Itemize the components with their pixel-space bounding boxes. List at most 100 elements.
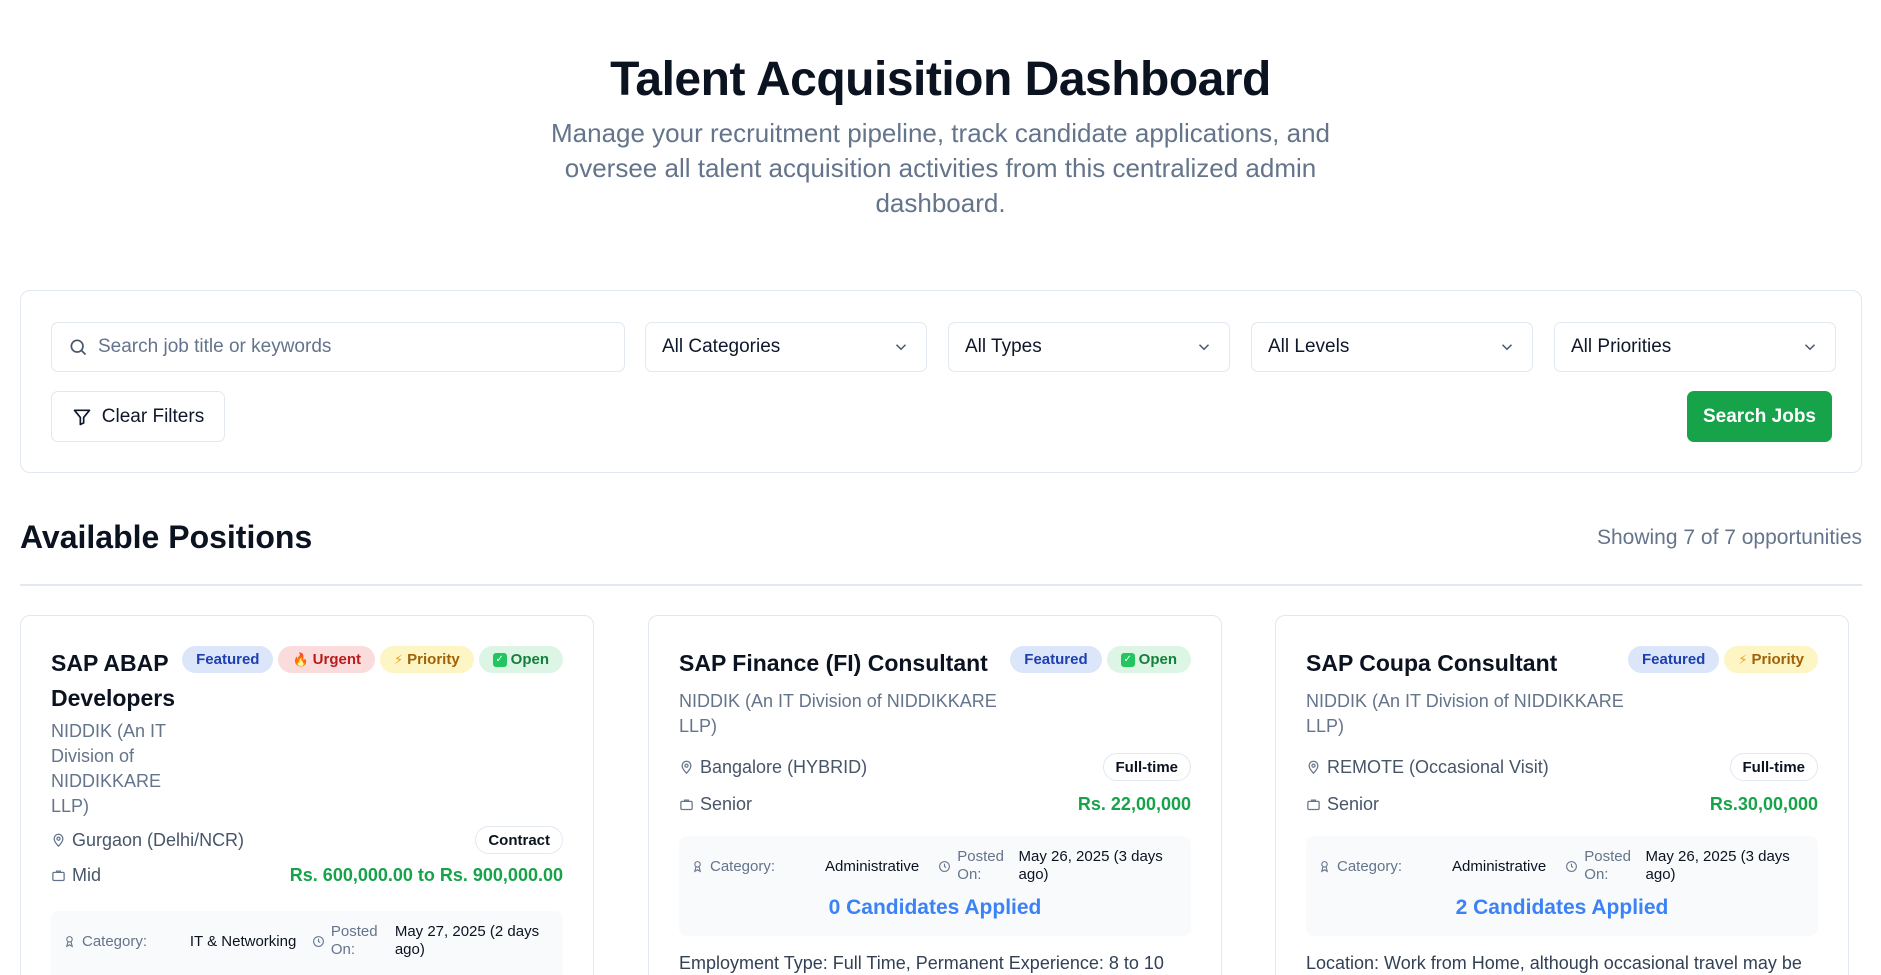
posted-label: Posted On:	[957, 848, 1004, 883]
filter-icon	[72, 407, 92, 427]
briefcase-icon	[679, 797, 694, 812]
category-select-value: All Categories	[662, 336, 781, 357]
priority-select[interactable]: All Priorities	[1554, 322, 1836, 372]
award-icon	[691, 860, 704, 873]
company-name: NIDDIK (An IT Division of NIDDIKKARE LLP…	[1306, 691, 1624, 736]
location-row: Bangalore (HYBRID) Full-time	[679, 753, 1191, 781]
job-category: IT & Networking	[189, 932, 297, 950]
divider	[20, 584, 1862, 586]
level-row: Senior Rs. 22,00,000	[679, 790, 1191, 818]
job-card[interactable]: SAP Finance (FI) Consultant Featured ✓ Op…	[648, 615, 1222, 975]
search-jobs-button[interactable]: Search Jobs	[1687, 391, 1832, 442]
candidates-applied-link[interactable]: 0 Candidates Applied	[679, 896, 1191, 920]
job-location: Bangalore (HYBRID)	[700, 756, 868, 777]
job-salary: Rs. 600,000.00 to Rs. 900,000.00	[289, 864, 563, 885]
page-header: Talent Acquisition Dashboard Manage your…	[0, 0, 1881, 221]
open-badge: ✓ Open	[478, 646, 563, 673]
job-title[interactable]: SAP Finance (FI) Consultant	[679, 646, 988, 681]
job-info-box: Category: Administrative Posted On: May …	[679, 836, 1191, 936]
page-subtitle: Manage your recruitment pipeline, track …	[550, 118, 1330, 218]
job-location: REMOTE (Occasional Visit)	[1327, 756, 1549, 777]
job-posted-date: May 26, 2025 (3 days ago)	[1018, 848, 1163, 883]
briefcase-icon	[51, 868, 66, 883]
posted-label: Posted On:	[1584, 848, 1631, 883]
positions-header: Available Positions Showing 7 of 7 oppor…	[20, 510, 1862, 565]
open-badge: ✓ Open	[1106, 646, 1191, 673]
location-row: Gurgaon (Delhi/NCR) Contract	[51, 826, 563, 854]
job-posted-date: May 26, 2025 (3 days ago)	[1645, 848, 1790, 883]
award-icon	[63, 935, 76, 948]
company-name: NIDDIK (An IT Division of NIDDIKKARE LLP…	[51, 721, 166, 816]
clock-icon	[938, 860, 951, 873]
category-label: Category:	[710, 857, 776, 875]
job-title[interactable]: SAP Coupa Consultant	[1306, 646, 1557, 681]
job-type-badge: Full-time	[1102, 753, 1191, 781]
job-info-box: Category: IT & Networking Posted On: May…	[51, 911, 563, 975]
results-count: Showing 7 of 7 opportunities	[1596, 525, 1862, 549]
featured-badge: Featured	[182, 646, 274, 673]
priority-badge: ⚡ Priority	[380, 646, 474, 673]
candidates-applied-link[interactable]: 2 Candidates Applied	[1306, 896, 1818, 920]
job-description: Employment Type: Full Time, Permanent Ex…	[679, 953, 1164, 973]
featured-badge: Featured	[1627, 646, 1720, 673]
category-label: Category:	[82, 932, 148, 950]
lightning-icon: ⚡	[1738, 651, 1748, 667]
check-icon: ✓	[492, 652, 507, 667]
job-type-badge: Contract	[475, 826, 563, 854]
clock-icon	[1565, 860, 1578, 873]
search-input[interactable]: Search job title or keywords	[51, 322, 625, 372]
job-card[interactable]: SAP Coupa Consultant Featured ⚡ Priority …	[1275, 615, 1849, 975]
fire-icon: 🔥	[292, 651, 309, 667]
job-title[interactable]: SAP ABAP Developers	[51, 646, 181, 716]
badge-group: Featured ✓ Open	[1010, 646, 1191, 673]
type-select-value: All Types	[965, 336, 1042, 357]
job-description: Location: Work from Home, although occas…	[1306, 953, 1802, 973]
level-select-value: All Levels	[1268, 336, 1350, 357]
chevron-down-icon	[1195, 338, 1213, 356]
award-icon	[1318, 860, 1331, 873]
job-location: Gurgaon (Delhi/NCR)	[72, 829, 245, 850]
job-category: Administrative	[825, 857, 920, 875]
level-select[interactable]: All Levels	[1251, 322, 1533, 372]
job-info-box: Category: Administrative Posted On: May …	[1306, 836, 1818, 936]
map-pin-icon	[679, 760, 694, 775]
job-category: Administrative	[1452, 857, 1547, 875]
job-salary: Rs. 22,00,000	[1077, 793, 1191, 814]
clear-filters-button[interactable]: Clear Filters	[51, 391, 225, 442]
priority-badge: ⚡ Priority	[1724, 646, 1818, 673]
job-type-badge: Full-time	[1729, 753, 1818, 781]
location-row: REMOTE (Occasional Visit) Full-time	[1306, 753, 1818, 781]
priority-select-value: All Priorities	[1571, 336, 1672, 357]
level-row: Senior Rs.30,00,000	[1306, 790, 1818, 818]
map-pin-icon	[51, 833, 66, 848]
badge-group: Featured ⚡ Priority	[1627, 646, 1818, 673]
section-title: Available Positions	[20, 519, 313, 555]
job-posted-date: May 27, 2025 (2 days ago)	[394, 923, 540, 958]
clock-icon	[312, 935, 325, 948]
posted-label: Posted On:	[330, 923, 378, 958]
search-placeholder: Search job title or keywords	[98, 336, 332, 357]
job-level: Senior	[1327, 793, 1380, 814]
category-label: Category:	[1337, 857, 1403, 875]
job-card[interactable]: SAP ABAP Developers Featured 🔥 Urgent ⚡ Pr…	[20, 615, 594, 975]
chevron-down-icon	[1801, 338, 1819, 356]
lightning-icon: ⚡	[394, 651, 404, 667]
job-salary: Rs.30,00,000	[1709, 793, 1818, 814]
check-icon: ✓	[1120, 652, 1135, 667]
company-name: NIDDIK (An IT Division of NIDDIKKARE LLP…	[679, 691, 997, 736]
chevron-down-icon	[1498, 338, 1516, 356]
badge-group: Featured 🔥 Urgent ⚡ Priority ✓ Open	[182, 646, 563, 673]
category-select[interactable]: All Categories	[645, 322, 927, 372]
job-level: Mid	[72, 864, 102, 885]
urgent-badge: 🔥 Urgent	[278, 646, 375, 673]
chevron-down-icon	[892, 338, 910, 356]
briefcase-icon	[1306, 797, 1321, 812]
type-select[interactable]: All Types	[948, 322, 1230, 372]
search-icon	[68, 337, 88, 357]
featured-badge: Featured	[1010, 646, 1102, 673]
filter-panel: Search job title or keywords All Categor…	[20, 290, 1862, 473]
job-level: Senior	[700, 793, 753, 814]
map-pin-icon	[1306, 760, 1321, 775]
page-title: Talent Acquisition Dashboard	[610, 53, 1271, 106]
clear-filters-label: Clear Filters	[101, 405, 205, 427]
